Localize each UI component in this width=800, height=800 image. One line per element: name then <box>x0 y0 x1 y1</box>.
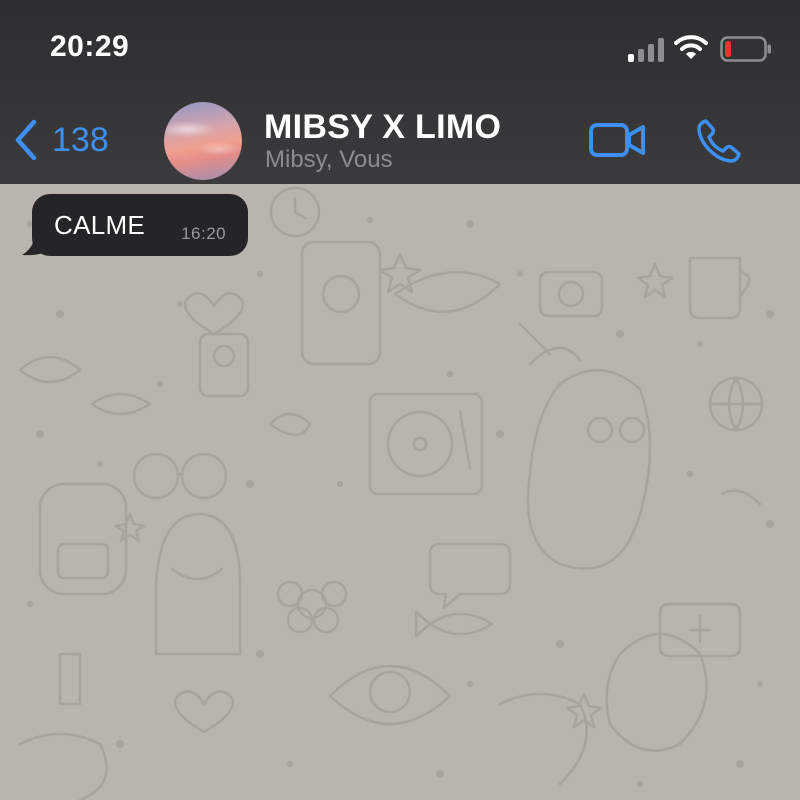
voice-call-button[interactable] <box>694 116 744 166</box>
chat-header: 138 MIBSY X LIMO Mibsy, Vous <box>0 96 800 184</box>
message-text: CALME <box>54 209 146 240</box>
wifi-icon <box>674 34 708 62</box>
chat-members-subtitle[interactable]: Mibsy, Vous <box>265 146 393 174</box>
chat-title[interactable]: MIBSY X LIMO <box>264 108 501 147</box>
group-avatar[interactable] <box>164 102 242 180</box>
message-timestamp: 16:20 <box>181 224 227 243</box>
battery-icon <box>720 36 772 62</box>
back-chevron-icon <box>15 119 37 161</box>
back-button[interactable]: 138 <box>14 118 109 162</box>
chat-area[interactable]: CALME 16:20 <box>0 184 800 800</box>
phone-icon <box>697 119 741 163</box>
chat-wallpaper-doodle <box>18 186 774 800</box>
video-camera-icon <box>589 123 645 157</box>
status-time: 20:29 <box>50 30 130 63</box>
message-bubble[interactable]: CALME 16:20 <box>32 194 249 256</box>
video-call-button[interactable] <box>588 120 648 160</box>
cellular-signal-icon <box>628 38 668 62</box>
status-bar: 20:29 <box>0 0 800 96</box>
top-bar: 20:29 138 MIBSY X LIMO Mibsy, Vous <box>0 0 800 184</box>
unread-chats-count: 138 <box>52 120 109 159</box>
